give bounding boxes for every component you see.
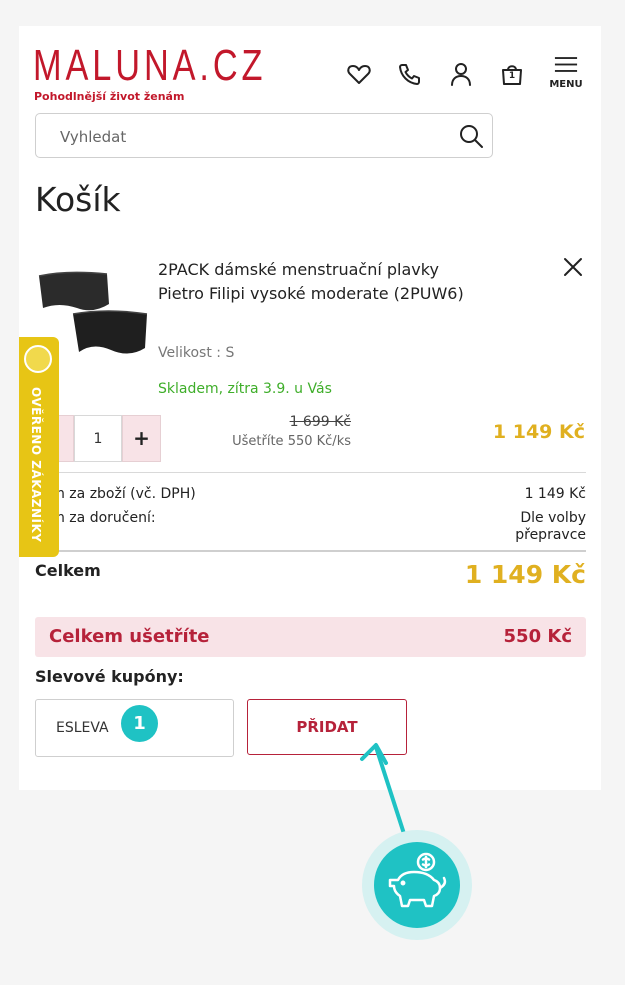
cart-bag-icon[interactable]: 1 <box>498 60 526 88</box>
savings-per-item: Ušetříte 550 Kč/ks <box>232 434 351 449</box>
coupon-label: Slevové kupóny: <box>35 667 184 686</box>
logo[interactable]: MALUNA.CZ Pohodlnější život ženám <box>33 41 332 104</box>
quantity-minus-button[interactable] <box>58 415 74 462</box>
total-savings-label: Celkem ušetříte <box>49 626 210 647</box>
goods-total-value: 1 149 Kč <box>524 486 586 502</box>
cart-count: 1 <box>508 71 516 81</box>
menu-button[interactable]: MENU <box>546 56 586 90</box>
page-title: Košík <box>35 180 121 219</box>
logo-tagline: Pohodlnější život ženám <box>34 90 185 103</box>
user-icon[interactable] <box>447 60 475 88</box>
total-savings-value: 550 Kč <box>503 626 572 647</box>
total-value: 1 149 Kč <box>464 560 586 589</box>
search-icon[interactable] <box>458 123 484 149</box>
total-savings-bar: Celkem ušetříte 550 Kč <box>35 617 586 657</box>
product-name[interactable]: 2PACK dámské menstruační plavky Pietro F… <box>158 258 478 306</box>
verified-customers-label: OVĚŘENO ZÁKAZNÍKY <box>29 387 43 543</box>
phone-icon[interactable] <box>396 60 424 88</box>
item-price: 1 149 Kč <box>492 421 585 443</box>
divider <box>35 550 586 552</box>
heart-icon[interactable] <box>345 60 373 88</box>
verified-customers-tab[interactable]: OVĚŘENO ZÁKAZNÍKY <box>19 337 59 557</box>
divider <box>35 472 586 473</box>
quantity-input[interactable] <box>74 415 122 462</box>
quantity-plus-button[interactable]: + <box>122 415 161 462</box>
goods-total-label: kem za zboží (vč. DPH) <box>35 486 196 502</box>
old-price: 1 699 Kč <box>289 414 351 430</box>
step-badge: 1 <box>121 705 158 742</box>
menu-label: MENU <box>549 79 583 90</box>
delivery-value-line1: Dle volby <box>520 510 586 526</box>
logo-text: MALUNA.CZ <box>33 41 267 90</box>
stock-status: Skladem, zítra 3.9. u Vás <box>158 381 332 397</box>
search-box <box>35 113 493 159</box>
search-input[interactable] <box>36 114 462 159</box>
variant-size: Velikost : S <box>158 345 235 361</box>
total-label: Celkem <box>35 561 101 580</box>
hamburger-icon <box>554 57 578 72</box>
verified-seal-icon <box>24 345 52 373</box>
piggy-bank-icon <box>388 852 447 908</box>
delivery-value-line2: přepravce <box>515 527 586 543</box>
close-icon[interactable] <box>562 256 584 278</box>
